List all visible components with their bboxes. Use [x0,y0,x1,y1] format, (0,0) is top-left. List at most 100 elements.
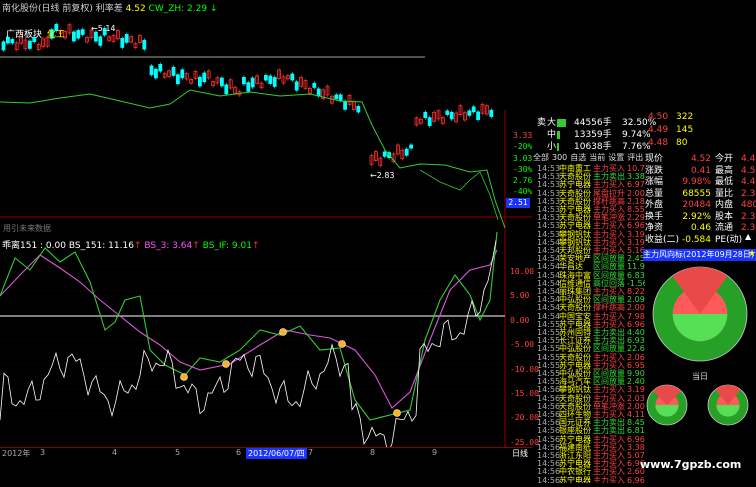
chart-area[interactable]: 南化股份(日线 前复权) 利率差 4.52 CW_ZH: 2.29 ↓ 广西板块… [0,0,539,472]
candle-body [356,106,361,113]
order-book-row: 小 10638手 7.76% [537,139,651,152]
flow-tab[interactable]: 自选 [570,153,586,162]
price-overlay-lines [0,89,506,229]
chart-title-text: 南化股份(日线 前复权) 利率差 [2,4,123,14]
small-gauge-1 [646,384,688,426]
expand-icon[interactable]: ▲ [745,232,751,241]
candle-body [120,38,125,48]
chart-title: 南化股份(日线 前复权) 利率差 4.52 CW_ZH: 2.29 ↓ [2,1,218,14]
price-axis: 3.33 -20% 3.03 -30% 2.76 -40% [513,130,532,198]
arrow-left-icon: ← [370,171,377,180]
candle-body [80,29,85,35]
candle-body [197,76,202,87]
flow-tab[interactable]: 当前 [589,153,605,162]
gauge-group [646,266,749,426]
date-label: 9 [432,448,438,457]
quote-label: 收益(二) [645,234,680,245]
future-data-hint: 用引未来数据 [3,224,51,233]
order-book-row: 中 13359手 9.74% [537,127,651,140]
quote-label2: PE(动) [715,234,743,245]
right-panel[interactable]: 卖大 44556手 32.50% 中 13359手 9.74% 小 10638手 7.76% 4… [533,0,756,487]
ask-vol: 80 [676,138,688,148]
ma-line-short [419,169,499,221]
bsif-line [0,231,498,421]
sector-industry: 化工 [46,30,65,40]
indicator-head: 乖离151 : 0.00 [2,241,66,251]
candle-body [290,73,295,81]
candle-body [94,31,98,42]
candle-body [250,77,255,88]
date-label: 3 [40,448,46,457]
candle-body [404,148,409,156]
candle-body [316,88,321,97]
candle-body [142,39,147,50]
flow-row[interactable]: 14:56苏宁电器 主力买入 6.96 [537,475,645,483]
candle-body [294,81,299,91]
money-flow-list[interactable]: 14:53中南重工主力买入10.7014:53天奇股份主力卖出3.3814:53… [533,163,645,483]
indicator-title[interactable]: 乖离151 : 0.00 BS_151: 11.16↑ BS_3: 3.64↑ … [2,238,260,251]
signal-dots [180,328,401,417]
candle-body [246,82,251,92]
date-label: 2012年 [2,449,31,458]
candle-body [224,84,229,95]
ob-size: 小 [547,142,557,152]
signal-dot [338,340,346,348]
indicator-lines [0,231,498,455]
ask-row: 4.50 322 [648,112,756,125]
main-gauge [652,266,748,362]
flow-tabs[interactable]: 全部 300 自选 当前 设置 评出 [533,152,645,162]
highlight-date: 2012/06/07/四 [246,448,307,459]
candle-body [272,77,277,87]
ask-vol: 322 [676,112,694,122]
ob-bar [557,142,571,151]
ask-vol: 145 [676,125,694,135]
price-tick: -40% [513,187,533,197]
candle-body [202,72,207,83]
candle-body [382,151,387,157]
candlesticks [1,22,494,168]
candle-body [467,110,472,116]
candle-body [338,94,343,101]
candle-body [263,74,268,81]
signal-dot [180,373,188,381]
sector-name: 广西板块 [6,30,43,40]
low-annotation: ←2.83 [370,171,395,180]
flow-tab[interactable]: 评出 [627,153,643,162]
candle-body [76,30,81,39]
price-tick: 3.33 [513,131,533,140]
arrow-up-icon: ↑ [192,241,200,251]
quote-value: -0.584 [681,234,711,245]
flow-name: 苏宁电器 [559,475,591,483]
signal-dot [279,328,287,336]
candle-body [489,109,494,117]
date-label: 6 [236,448,242,457]
current-price-marker: 2.51 [506,198,530,208]
period-label: 日线 [512,449,528,458]
flow-tab[interactable]: 设置 [608,153,624,162]
chart-canvas[interactable] [0,0,532,472]
candle-body [312,82,317,88]
quote-row: 收益(二) -0.584 PE(动) [645,232,755,245]
date-axis[interactable]: 2012年 3 4 5 6 7 8 9 2012/06/07/四 日线 [0,447,532,459]
candle-body [175,74,180,85]
candle-body [171,66,176,76]
ob-vol: 10638手 [574,142,612,152]
ob-bar [557,118,571,127]
ask-price: 4.50 [648,112,669,122]
flow-tab[interactable]: 300 [552,153,567,162]
bs151-value: BS_151: 11.16 [68,241,134,251]
arrow-up-icon: ↑ [251,241,260,251]
flow-tab[interactable]: 全部 [533,153,549,162]
price-tick: -20% [513,142,533,152]
arrow-down-icon: ↓ [209,4,218,14]
star-icon[interactable]: ★ [748,249,756,259]
daily-label: 当日 [692,372,708,381]
watermark: www.7gpzb.com [640,458,742,471]
candle-body [409,144,414,149]
candle-body [149,65,154,76]
high-annotation: ←5.14 [91,24,116,33]
date-label: 7 [308,448,314,457]
candle-body [427,117,432,127]
risk-title: 主力风向标(2012年09月28日) [643,249,756,261]
signal-dot [393,409,401,417]
